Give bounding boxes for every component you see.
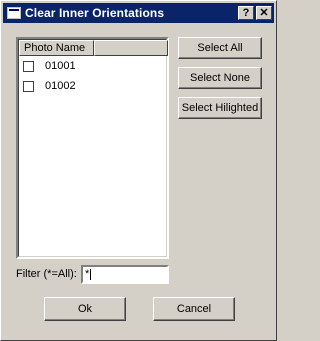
select-none-button[interactable]: Select None [178, 67, 262, 89]
close-button[interactable]: ✕ [256, 6, 272, 20]
text-caret [90, 268, 92, 280]
dialog-window: Clear Inner Orientations ? ✕ Photo Name … [0, 0, 277, 341]
cancel-label: Cancel [176, 303, 212, 315]
window-icon [7, 7, 21, 19]
list-header: Photo Name [19, 40, 168, 56]
window-title: Clear Inner Orientations [25, 6, 165, 20]
filter-input[interactable]: * [81, 265, 169, 284]
select-hilighted-label: Select Hilighted [181, 102, 259, 114]
photo-list[interactable]: Photo Name 01001 01002 [16, 37, 169, 259]
list-item[interactable]: 01001 [23, 58, 76, 74]
select-none-label: Select None [190, 72, 250, 84]
cancel-button[interactable]: Cancel [153, 297, 235, 321]
title-bar[interactable]: Clear Inner Orientations ? ✕ [3, 3, 274, 23]
ok-button[interactable]: Ok [44, 297, 126, 321]
filter-label: Filter (*=All): [16, 268, 77, 280]
ok-label: Ok [77, 303, 93, 315]
list-item[interactable]: 01002 [23, 78, 76, 94]
select-hilighted-button[interactable]: Select Hilighted [178, 97, 262, 119]
photo-checkbox[interactable] [23, 80, 34, 92]
column-header-empty[interactable] [94, 40, 168, 56]
photo-name: 01001 [45, 60, 76, 72]
column-header-photo-name[interactable]: Photo Name [19, 40, 94, 56]
select-all-label: Select All [197, 42, 243, 54]
photo-checkbox[interactable] [23, 60, 34, 72]
filter-value: * [85, 268, 90, 280]
select-all-button[interactable]: Select All [178, 37, 262, 59]
photo-name: 01002 [45, 80, 76, 92]
help-button[interactable]: ? [238, 6, 254, 20]
